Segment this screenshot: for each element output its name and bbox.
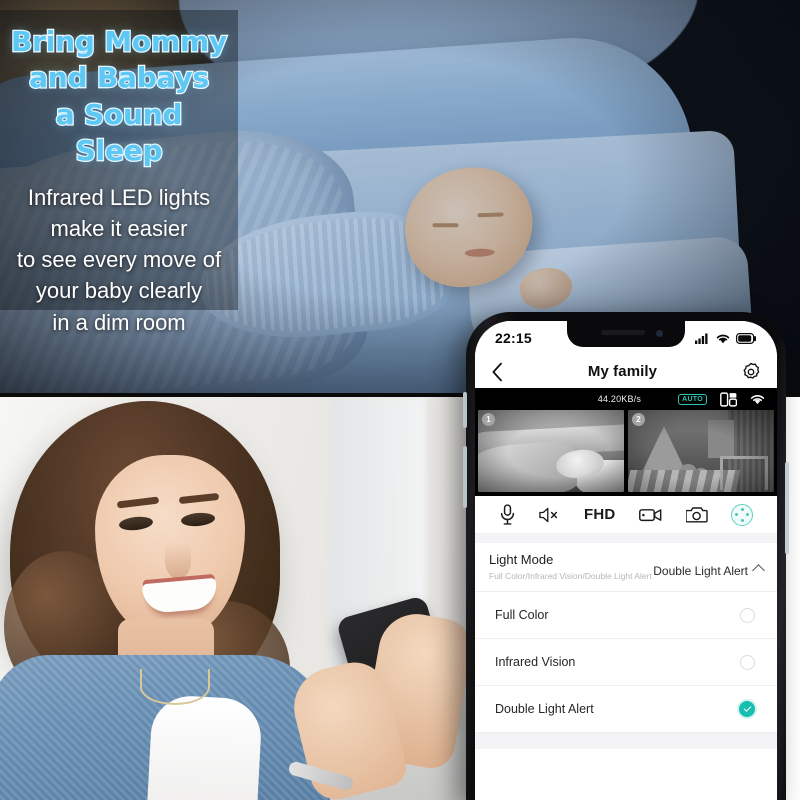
- option-double-light-alert[interactable]: Double Light Alert: [475, 686, 777, 734]
- headline-line-2: and Babays: [28, 60, 211, 96]
- video-record-icon[interactable]: [639, 507, 662, 523]
- split-screen-icon[interactable]: [720, 391, 737, 407]
- camera-grid: 1 2: [475, 410, 777, 496]
- feed2-vignette: [628, 410, 774, 492]
- camera-toolbar: FHD: [475, 496, 777, 534]
- lifestyle-photo-woman-phone: [0, 397, 472, 800]
- video-status-header: 44.20KB/s AUTO: [475, 388, 777, 410]
- speaker-mute-icon[interactable]: [539, 506, 560, 524]
- phone-volume-buttons[interactable]: [463, 446, 467, 508]
- phone-power-button[interactable]: [785, 462, 789, 554]
- option-full-color[interactable]: Full Color: [475, 592, 777, 640]
- headline-line-1: Bring Mommy: [10, 24, 229, 60]
- eyebrow-right: [178, 492, 220, 505]
- eye-left: [118, 515, 154, 532]
- nose: [165, 543, 191, 579]
- option-label: Infrared Vision: [495, 655, 576, 670]
- eye-right: [180, 511, 216, 528]
- camera-number-badge: 1: [482, 413, 495, 426]
- phone-mockup: 22:15 My family 44.20KB/s AUTO 1 2 FHD L…: [463, 312, 789, 800]
- radio-unselected-icon[interactable]: [740, 654, 755, 670]
- camera-feed-nursery[interactable]: 1: [478, 410, 624, 492]
- status-bar: 22:15: [475, 321, 777, 355]
- auto-quality-badge[interactable]: AUTO: [678, 393, 707, 405]
- status-icons: [695, 332, 757, 344]
- status-time: 22:15: [495, 330, 532, 346]
- subtext-line-4: your baby clearly: [35, 278, 203, 304]
- settings-bottom-area: [475, 749, 777, 800]
- resolution-button[interactable]: FHD: [584, 506, 615, 523]
- light-mode-row[interactable]: Light Mode Full Color/Infrared Vision/Do…: [475, 543, 777, 593]
- necklace: [140, 669, 210, 705]
- light-mode-value: Double Light Alert: [653, 564, 748, 578]
- headline: Bring Mommy and Babays a Sound Sleep: [8, 24, 230, 170]
- chevron-up-icon[interactable]: [752, 563, 765, 577]
- option-label: Full Color: [495, 608, 549, 623]
- smile: [141, 577, 219, 615]
- option-label: Double Light Alert: [495, 702, 594, 717]
- marketing-text-panel: Bring Mommy and Babays a Sound Sleep Inf…: [0, 10, 238, 335]
- battery-icon: [736, 332, 757, 344]
- phone-notch: [567, 321, 685, 347]
- settings-panel: Light Mode Full Color/Infrared Vision/Do…: [475, 534, 777, 800]
- earpiece-speaker: [601, 330, 645, 335]
- wifi-icon: [716, 333, 730, 344]
- gear-icon[interactable]: [741, 362, 761, 382]
- pan-tilt-control-icon[interactable]: [731, 503, 754, 526]
- signal-bars-icon: [695, 333, 710, 344]
- radio-selected-check-icon[interactable]: [739, 701, 755, 718]
- light-mode-subtitle: Full Color/Infrared Vision/Double Light …: [489, 570, 652, 581]
- headline-line-3: a Sound Sleep: [54, 96, 183, 168]
- subtext-line-5: in a dim room: [52, 309, 186, 335]
- subtext-line-2: make it easier: [50, 215, 188, 241]
- camera-feed-playroom[interactable]: 2: [628, 410, 774, 492]
- microphone-icon[interactable]: [499, 504, 516, 525]
- light-mode-card: Light Mode Full Color/Infrared Vision/Do…: [475, 543, 777, 734]
- radio-unselected-icon[interactable]: [740, 607, 755, 623]
- wifi-icon: [750, 393, 765, 405]
- poster-root: Bring Mommy and Babays a Sound Sleep Inf…: [0, 0, 800, 800]
- white-top: [147, 694, 263, 800]
- subtext: Infrared LED lights make it easier to se…: [8, 182, 230, 338]
- subtext-line-1: Infrared LED lights: [27, 184, 211, 210]
- page-title: My family: [587, 363, 658, 380]
- option-infrared-vision[interactable]: Infrared Vision: [475, 639, 777, 687]
- light-mode-value-group[interactable]: Double Light Alert: [653, 552, 765, 578]
- check-mark: [743, 704, 751, 712]
- subtext-line-3: to see every move of: [16, 247, 222, 273]
- bitrate-label: 44.20KB/s: [597, 394, 642, 404]
- feed1-vignette: [478, 410, 624, 492]
- settings-gap: [475, 733, 777, 750]
- front-camera-icon: [656, 330, 663, 337]
- eyebrow-left: [116, 496, 160, 509]
- snapshot-camera-icon[interactable]: [685, 506, 708, 523]
- phone-silent-switch[interactable]: [463, 392, 467, 428]
- back-button[interactable]: [491, 362, 504, 382]
- phone-screen: 22:15 My family 44.20KB/s AUTO 1 2 FHD L…: [475, 321, 777, 800]
- nav-bar: My family: [475, 355, 777, 388]
- light-mode-title: Light Mode: [489, 552, 554, 567]
- ptz-dots: [735, 507, 750, 522]
- camera-number-badge: 2: [632, 413, 645, 426]
- light-mode-text: Light Mode Full Color/Infrared Vision/Do…: [489, 552, 652, 582]
